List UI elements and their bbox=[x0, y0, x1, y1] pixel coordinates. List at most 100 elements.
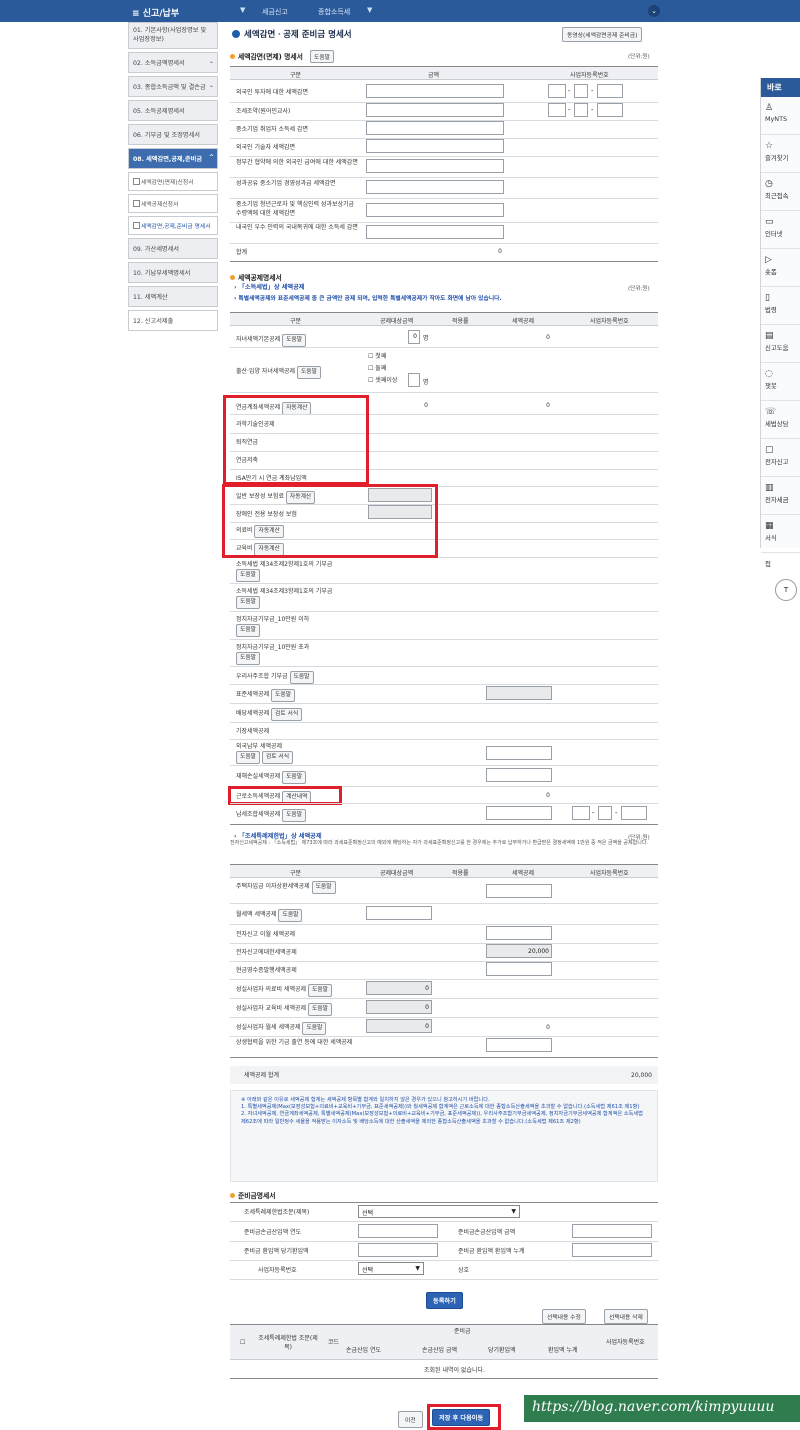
help-button[interactable]: 도움말 bbox=[302, 1022, 327, 1035]
biz-no-input-3[interactable] bbox=[597, 103, 623, 117]
help-button[interactable]: 도움말 bbox=[310, 50, 334, 63]
reserve-year-input[interactable] bbox=[358, 1224, 438, 1238]
amount-input[interactable] bbox=[366, 139, 504, 153]
amount-input[interactable] bbox=[366, 180, 504, 194]
sidebar-sub-statement[interactable]: 세액감면,공제,준비금 명세서 bbox=[128, 216, 218, 235]
quick-item-law[interactable]: ▯ 법령 bbox=[761, 287, 800, 325]
sidebar-item-deduction[interactable]: 05. 소득공제명세서 bbox=[128, 100, 218, 121]
help-button[interactable]: 도움말 bbox=[236, 569, 260, 582]
coop-fund-input[interactable] bbox=[486, 1038, 552, 1052]
biz-no-input-3[interactable] bbox=[621, 806, 647, 820]
main-menu-title[interactable]: ≡ 신고/납부 bbox=[132, 6, 179, 19]
quick-item-recent[interactable]: ◷ 최근접속 bbox=[761, 173, 800, 211]
sidebar-item-calc[interactable]: 11. 세액계산 bbox=[128, 286, 218, 307]
help-button[interactable]: 도움말 bbox=[236, 624, 260, 637]
income-tax-law-link[interactable]: › 「소득세법」상 세액공제 bbox=[234, 282, 304, 291]
help-button[interactable]: 도움말 bbox=[271, 689, 296, 702]
reserve-return-input[interactable] bbox=[358, 1243, 438, 1257]
birth-second-checkbox[interactable]: ☐ 둘째 bbox=[368, 364, 386, 373]
rent-credit-input[interactable] bbox=[366, 906, 432, 920]
biz-no-input-3[interactable] bbox=[597, 84, 623, 98]
reserve-article-select[interactable]: 선택 bbox=[358, 1205, 520, 1218]
reserve-biz-select[interactable]: 선택 bbox=[358, 1262, 424, 1275]
help-button[interactable]: 도움말 bbox=[236, 652, 260, 665]
sidebar-item-penalty[interactable]: 09. 가산세명세서 bbox=[128, 238, 218, 259]
quick-item-internet[interactable]: ▭ 인터넷 bbox=[761, 211, 800, 249]
video-button[interactable]: 동영상(세액감면공제 준비금) bbox=[562, 27, 643, 42]
amount-input[interactable] bbox=[366, 103, 504, 117]
row-divider bbox=[230, 1221, 658, 1222]
edit-selected-button[interactable]: 선택내용 수정 bbox=[542, 1309, 586, 1324]
breadcrumb-1[interactable]: 세금신고 bbox=[262, 7, 288, 17]
special-tax-law-link[interactable]: › 「조세특례제한법」상 세액공제 bbox=[234, 831, 322, 840]
delete-selected-button[interactable]: 선택내용 삭제 bbox=[604, 1309, 648, 1324]
help-button[interactable]: 도움말 bbox=[236, 751, 260, 764]
collapse-icon[interactable]: ⌄ bbox=[648, 5, 660, 17]
quick-item-help[interactable]: ▤ 신고도움 bbox=[761, 325, 800, 363]
select-all-checkbox[interactable]: ☐ bbox=[240, 1338, 245, 1347]
help-button[interactable]: 도움말 bbox=[282, 771, 307, 784]
biz-no-input-2[interactable] bbox=[598, 806, 612, 820]
help-button[interactable]: 도움말 bbox=[282, 334, 307, 347]
reserve-amount-input[interactable] bbox=[572, 1224, 652, 1238]
help-button[interactable]: 도움말 bbox=[307, 984, 332, 997]
amount-input[interactable] bbox=[366, 203, 504, 217]
sidebar-item-basic[interactable]: 01. 기본사항(사업장명보 및 사업장정보) bbox=[128, 22, 218, 49]
register-button[interactable]: 등록하기 bbox=[426, 1292, 463, 1309]
prev-button[interactable]: 이전 bbox=[398, 1411, 423, 1428]
sidebar-item-submit[interactable]: 12. 신고서제출 bbox=[128, 310, 218, 331]
biz-no-input-2[interactable] bbox=[574, 103, 588, 117]
quick-item-mynts[interactable]: ♙ MyNTS bbox=[761, 97, 800, 135]
birth-count-input[interactable] bbox=[408, 373, 420, 387]
quick-item-chatbot[interactable]: ◌ 챗봇 bbox=[761, 363, 800, 401]
birth-third-checkbox[interactable]: ☐ 셋째이상 bbox=[368, 376, 397, 385]
housing-loan-input[interactable] bbox=[486, 884, 552, 898]
help-button[interactable]: 도움말 bbox=[278, 909, 303, 922]
quick-item-fold[interactable]: 접 bbox=[761, 553, 800, 575]
sidebar-item-total-income[interactable]: 03. 종합소득금액 및 결손금 ⌄ bbox=[128, 76, 218, 97]
help-button[interactable]: 도움말 bbox=[311, 881, 336, 894]
sidebar-sub-credit[interactable]: 세액공제신청서 bbox=[128, 194, 218, 213]
sidebar-item-tax-credit[interactable]: 08. 세액감면,공제,준비금 ^ bbox=[128, 148, 218, 169]
amount-input[interactable] bbox=[366, 159, 504, 173]
quick-item-forms[interactable]: ▦ 서식 bbox=[761, 515, 800, 553]
breadcrumb-2[interactable]: 종합소득세 bbox=[318, 7, 350, 17]
cash-receipt-input[interactable] bbox=[486, 962, 552, 976]
help-button[interactable]: 도움말 bbox=[307, 1003, 332, 1016]
pension-credit-value: 0 bbox=[546, 402, 550, 409]
help-button[interactable]: 도움말 bbox=[282, 809, 307, 822]
sidebar-item-donation[interactable]: 06. 기부금 및 조정명세서 bbox=[128, 124, 218, 145]
disaster-credit-input[interactable] bbox=[486, 768, 552, 782]
amount-input[interactable] bbox=[366, 121, 504, 135]
e-carryover-input[interactable] bbox=[486, 926, 552, 940]
quick-item-einvoice[interactable]: ▥ 전자세금 bbox=[761, 477, 800, 515]
help-button[interactable]: 도움말 bbox=[296, 366, 321, 379]
sidebar-item-income[interactable]: 02. 소득금액명세서 ⌄ bbox=[128, 52, 218, 73]
review-form-button[interactable]: 검토 서식 bbox=[271, 708, 303, 721]
chevron-down-icon[interactable]: ▼ bbox=[367, 6, 372, 14]
amount-input[interactable] bbox=[366, 84, 504, 98]
biz-no-input-1[interactable] bbox=[572, 806, 590, 820]
amount-input[interactable] bbox=[366, 225, 504, 239]
union-credit-input[interactable] bbox=[486, 806, 552, 820]
foreign-credit-input[interactable] bbox=[486, 746, 552, 760]
col-reserve: 준비금 bbox=[454, 1328, 471, 1335]
child-count-input[interactable]: 0 bbox=[408, 330, 420, 344]
quick-item-fav[interactable]: ☆ 즐겨찾기 bbox=[761, 135, 800, 173]
sidebar-item-prepaid[interactable]: 10. 기납부세액명세서 bbox=[128, 262, 218, 283]
review-form-button[interactable]: 검토 서식 bbox=[261, 751, 294, 764]
biz-no-input-1[interactable] bbox=[548, 103, 566, 117]
biz-no-input-1[interactable] bbox=[548, 84, 566, 98]
chevron-down-icon[interactable]: ▼ bbox=[240, 6, 245, 14]
reserve-cum-input[interactable] bbox=[572, 1243, 652, 1257]
birth-first-checkbox[interactable]: ☐ 첫째 bbox=[368, 352, 386, 361]
help-button[interactable]: 도움말 bbox=[236, 596, 260, 609]
quick-item-consult[interactable]: ☏ 세법상담 bbox=[761, 401, 800, 439]
biz-no-input-2[interactable] bbox=[574, 84, 588, 98]
quick-item-efile[interactable]: ▢ 전자신고 bbox=[761, 439, 800, 477]
sidebar-sub-reduction[interactable]: 세액감면(면제)신청서 bbox=[128, 172, 218, 191]
help-button[interactable]: 도움말 bbox=[289, 671, 314, 684]
standard-credit-input[interactable] bbox=[486, 686, 552, 700]
quick-item-shorts[interactable]: ▷ 숏폼 bbox=[761, 249, 800, 287]
top-button[interactable]: T bbox=[775, 579, 797, 601]
